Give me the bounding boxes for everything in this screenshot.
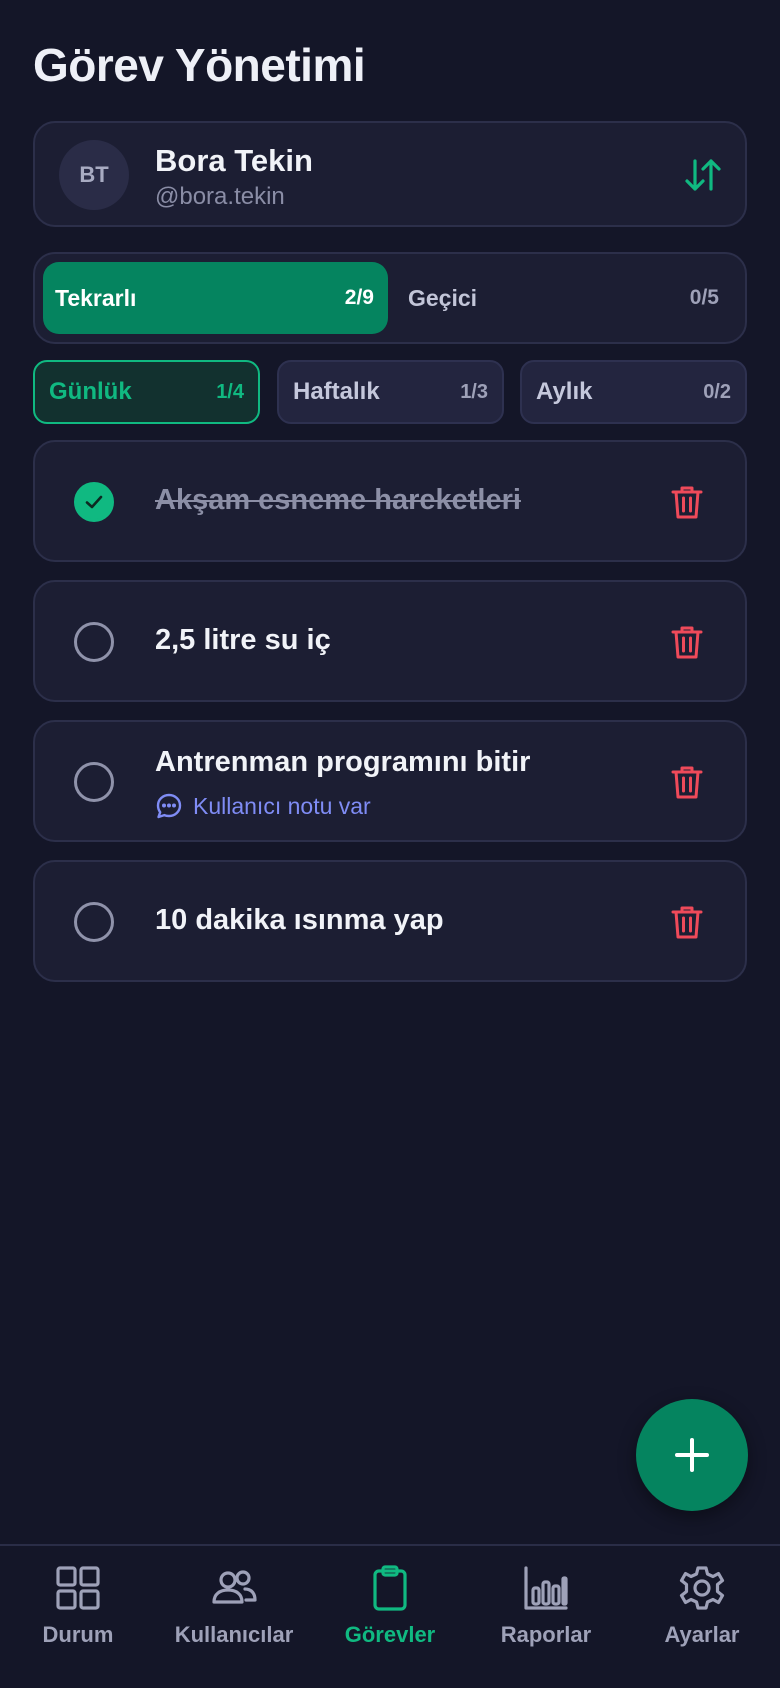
task-type-segmented-control: Tekrarlı 2/9 Geçici 0/5: [33, 252, 747, 344]
tab-recurring-count: 2/9: [344, 286, 374, 309]
note-label: Kullanıcı notu var: [193, 792, 371, 819]
nav-item-status[interactable]: Durum: [0, 1564, 156, 1664]
add-task-button[interactable]: [636, 1399, 748, 1511]
user-name: Bora Tekin: [155, 143, 313, 178]
clipboard-icon: [373, 1565, 407, 1611]
tab-temporary[interactable]: Geçici 0/5: [396, 262, 741, 334]
tab-weekly-count: 1/3: [460, 380, 488, 403]
tab-monthly-label: Aylık: [536, 378, 593, 405]
bottom-navigation: Durum Kullanıcılar Görevler Raporlar Aya…: [0, 1544, 780, 1688]
tab-weekly[interactable]: Haftalık 1/3: [277, 360, 504, 424]
chat-bubble-icon: [156, 793, 182, 819]
bar-chart-icon: [524, 1566, 568, 1610]
task-title: 10 dakika ısınma yap: [155, 904, 444, 936]
nav-label: Ayarlar: [664, 1622, 740, 1647]
nav-item-tasks[interactable]: Görevler: [312, 1564, 468, 1664]
checkbox-unchecked[interactable]: [74, 622, 114, 662]
trash-icon[interactable]: [671, 624, 703, 660]
tab-daily-label: Günlük: [49, 378, 132, 405]
note-indicator: Kullanıcı notu var: [155, 792, 371, 820]
task-item[interactable]: 2,5 litre su iç: [33, 580, 747, 702]
nav-label: Görevler: [344, 1622, 436, 1647]
check-icon: [85, 495, 103, 509]
checkbox-unchecked[interactable]: [74, 762, 114, 802]
user-card[interactable]: BT Bora Tekin @bora.tekin: [33, 121, 747, 227]
nav-label: Kullanıcılar: [174, 1622, 294, 1647]
nav-item-users[interactable]: Kullanıcılar: [156, 1564, 312, 1664]
task-item[interactable]: 10 dakika ısınma yap: [33, 860, 747, 982]
plus-icon: [675, 1438, 709, 1472]
task-title: Akşam esneme hareketleri: [155, 484, 521, 516]
user-handle: @bora.tekin: [155, 183, 285, 210]
tab-recurring[interactable]: Tekrarlı 2/9: [43, 262, 388, 334]
trash-icon[interactable]: [671, 484, 703, 520]
tab-temporary-label: Geçici: [408, 284, 478, 311]
swap-vertical-icon[interactable]: [683, 155, 723, 195]
task-title: 2,5 litre su iç: [155, 624, 331, 656]
task-item[interactable]: Akşam esneme hareketleri: [33, 440, 747, 562]
tab-weekly-label: Haftalık: [293, 378, 380, 405]
task-item[interactable]: Antrenman programını bitir Kullanıcı not…: [33, 720, 747, 842]
grid-icon: [56, 1566, 100, 1610]
checkbox-unchecked[interactable]: [74, 902, 114, 942]
tab-monthly-count: 0/2: [703, 380, 731, 403]
trash-icon[interactable]: [671, 764, 703, 800]
tab-monthly[interactable]: Aylık 0/2: [520, 360, 747, 424]
nav-label: Raporlar: [500, 1622, 592, 1647]
tab-temporary-count: 0/5: [689, 286, 719, 309]
tab-daily-count: 1/4: [216, 380, 244, 403]
users-icon: [212, 1570, 257, 1604]
tab-daily[interactable]: Günlük 1/4: [33, 360, 260, 424]
avatar: BT: [59, 140, 129, 210]
nav-item-reports[interactable]: Raporlar: [468, 1564, 624, 1664]
task-title: Antrenman programını bitir: [155, 746, 531, 778]
gear-icon: [679, 1566, 725, 1610]
tab-recurring-label: Tekrarlı: [55, 284, 137, 311]
nav-label: Durum: [42, 1622, 114, 1647]
page-title: Görev Yönetimi: [33, 39, 366, 91]
checkbox-checked[interactable]: [74, 482, 114, 522]
nav-item-settings[interactable]: Ayarlar: [624, 1564, 780, 1664]
trash-icon[interactable]: [671, 904, 703, 940]
